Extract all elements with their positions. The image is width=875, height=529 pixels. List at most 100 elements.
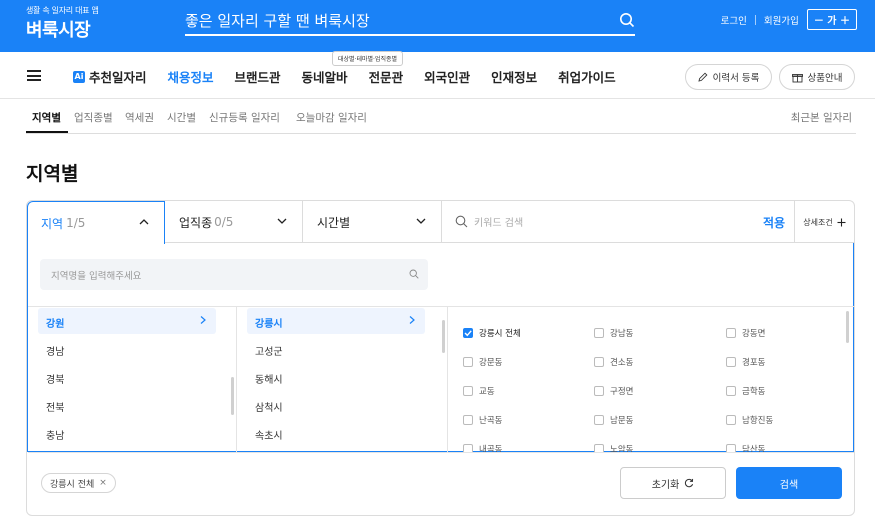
- district-label: 교동: [479, 387, 495, 397]
- checkbox-icon: [726, 357, 736, 367]
- list-item-city[interactable]: 강릉시: [247, 308, 425, 334]
- filter-tab-time-label: 시간별: [317, 215, 351, 230]
- top-links: 로그인 회원가입 － 가 ＋: [721, 9, 857, 30]
- keyword-search-field[interactable]: 키워드 검색: [455, 214, 523, 229]
- logo[interactable]: 생활 속 일자리 대표 앱 벼룩시장: [26, 5, 99, 42]
- refresh-icon: [685, 478, 694, 488]
- province-list: 강원 경남 경북 전북 충남: [28, 307, 237, 452]
- subtab-time[interactable]: 시간별: [167, 110, 196, 125]
- region-search-placeholder: 지역명을 입력해주세요: [51, 271, 142, 282]
- district-checkbox[interactable]: 내곡동: [463, 443, 502, 452]
- nav-item-recommended[interactable]: Ai 추천일자리: [73, 67, 147, 86]
- main-search-bar[interactable]: 좋은 일자리 구할 땐 벼룩시장: [185, 6, 635, 36]
- nav-item-specialty[interactable]: 전문관: [369, 67, 404, 86]
- filter-tab-occupation[interactable]: 업직종 0/5: [165, 201, 303, 243]
- district-checkbox[interactable]: 강문동: [463, 356, 502, 368]
- main-nav: Ai 추천일자리 채용정보 브랜드관 동네알바 전문관 외국인관 인재정보 취업…: [0, 52, 875, 99]
- filter-tab-region-count: 1/5: [66, 216, 86, 230]
- nav-item-foreigner[interactable]: 외국인관: [424, 67, 470, 86]
- detail-conditions-button[interactable]: 상세조건: [794, 201, 854, 243]
- list-item-province[interactable]: 전북: [38, 392, 216, 418]
- district-checkbox[interactable]: 금학동: [726, 385, 765, 397]
- list-item-province[interactable]: 강원: [38, 308, 216, 334]
- main-search-query[interactable]: 좋은 일자리 구할 땐 벼룩시장: [185, 10, 370, 31]
- district-checkbox[interactable]: 경포동: [726, 356, 765, 368]
- plus-icon: [837, 218, 846, 226]
- district-checkbox[interactable]: 구정면: [594, 385, 633, 397]
- search-button[interactable]: 검색: [736, 467, 842, 499]
- selected-filter-chip[interactable]: 강릉시 전체 ×: [41, 473, 116, 493]
- district-checkbox[interactable]: 견소동: [594, 356, 633, 368]
- nav-tooltip: 대상별·테마별·업직종별: [332, 51, 404, 66]
- menu-icon[interactable]: [27, 70, 41, 81]
- page-title: 지역별: [26, 163, 79, 185]
- district-label: 난곡동: [479, 416, 503, 426]
- region-search-input[interactable]: 지역명을 입력해주세요: [40, 259, 428, 290]
- district-checkbox[interactable]: 교동: [463, 385, 495, 397]
- district-checkbox[interactable]: 강남동: [594, 327, 633, 339]
- district-checkbox[interactable]: 난곡동: [463, 414, 502, 426]
- district-checkbox[interactable]: 강릉시 전체: [463, 327, 521, 339]
- list-item-city[interactable]: 동해시: [247, 364, 425, 390]
- chevron-up-icon: [139, 219, 149, 225]
- nav-item-local[interactable]: 동네알바: [302, 67, 348, 86]
- nav-item-guide[interactable]: 취업가이드: [558, 67, 616, 86]
- list-item-province[interactable]: 경북: [38, 364, 216, 390]
- scrollbar[interactable]: [442, 320, 445, 353]
- district-label: 금학동: [742, 387, 766, 397]
- divider: [28, 452, 854, 453]
- ai-badge-icon: Ai: [73, 70, 85, 83]
- top-header: 생활 속 일자리 대표 앱 벼룩시장 좋은 일자리 구할 땐 벼룩시장 로그인 …: [0, 0, 875, 52]
- scrollbar[interactable]: [231, 377, 234, 415]
- district-label: 강남동: [610, 329, 634, 339]
- filter-tab-occupation-count: 0/5: [214, 215, 234, 229]
- subtab-closing-today[interactable]: 오늘마감 일자리: [296, 110, 367, 125]
- district-checkbox[interactable]: 남문동: [594, 414, 633, 426]
- filter-tab-region[interactable]: 지역 1/5: [27, 201, 165, 244]
- search-icon[interactable]: [619, 12, 635, 28]
- resume-register-button[interactable]: 이력서 등록: [685, 64, 772, 90]
- checkbox-checked-icon: [463, 328, 473, 338]
- checkbox-icon: [463, 415, 473, 425]
- district-label: 견소동: [610, 358, 634, 368]
- checkbox-icon: [594, 444, 604, 452]
- list-item-city[interactable]: 삼척시: [247, 392, 425, 418]
- product-info-label: 상품안내: [807, 73, 843, 84]
- list-item-city[interactable]: 고성군: [247, 336, 425, 362]
- checkbox-icon: [726, 444, 736, 452]
- district-checkbox[interactable]: 강동면: [726, 327, 765, 339]
- checkbox-icon: [726, 328, 736, 338]
- subtab-station[interactable]: 역세권: [125, 110, 154, 125]
- subtab-occupation[interactable]: 업직종별: [74, 110, 113, 125]
- apply-button[interactable]: 적용: [763, 214, 785, 231]
- checkbox-icon: [594, 357, 604, 367]
- subtab-new[interactable]: 신규등록 일자리: [209, 110, 280, 125]
- reset-button[interactable]: 초기화: [620, 467, 726, 499]
- list-item-province[interactable]: 충남: [38, 420, 216, 446]
- province-label: 강원: [46, 319, 65, 330]
- nav-item-brand[interactable]: 브랜드관: [235, 67, 281, 86]
- signup-link[interactable]: 회원가입: [764, 13, 799, 27]
- nav-item-talent[interactable]: 인재정보: [491, 67, 537, 86]
- logo-tagline: 생활 속 일자리 대표 앱: [26, 6, 99, 15]
- district-checkbox[interactable]: 노암동: [594, 443, 633, 452]
- recent-jobs-link[interactable]: 최근본 일자리: [791, 110, 852, 125]
- district-label: 노암동: [610, 445, 634, 452]
- list-item-province[interactable]: 경남: [38, 336, 216, 362]
- font-size-control[interactable]: － 가 ＋: [806, 9, 857, 30]
- subtab-region[interactable]: 지역별: [32, 110, 61, 125]
- filter-tab-time[interactable]: 시간별: [303, 201, 442, 243]
- checkbox-icon: [594, 386, 604, 396]
- district-label: 구정면: [610, 387, 634, 397]
- resume-register-label: 이력서 등록: [712, 73, 760, 84]
- city-label: 강릉시: [255, 319, 283, 330]
- detail-conditions-label: 상세조건: [803, 217, 833, 227]
- district-checkbox[interactable]: 담산동: [726, 443, 765, 452]
- login-link[interactable]: 로그인: [721, 13, 747, 27]
- district-checkbox[interactable]: 남항진동: [726, 414, 773, 426]
- scrollbar[interactable]: [846, 311, 849, 343]
- nav-item-jobs[interactable]: 채용정보: [168, 67, 214, 86]
- product-info-button[interactable]: 상품안내: [779, 64, 855, 90]
- list-item-city[interactable]: 속초시: [247, 420, 425, 446]
- close-icon[interactable]: ×: [99, 478, 107, 488]
